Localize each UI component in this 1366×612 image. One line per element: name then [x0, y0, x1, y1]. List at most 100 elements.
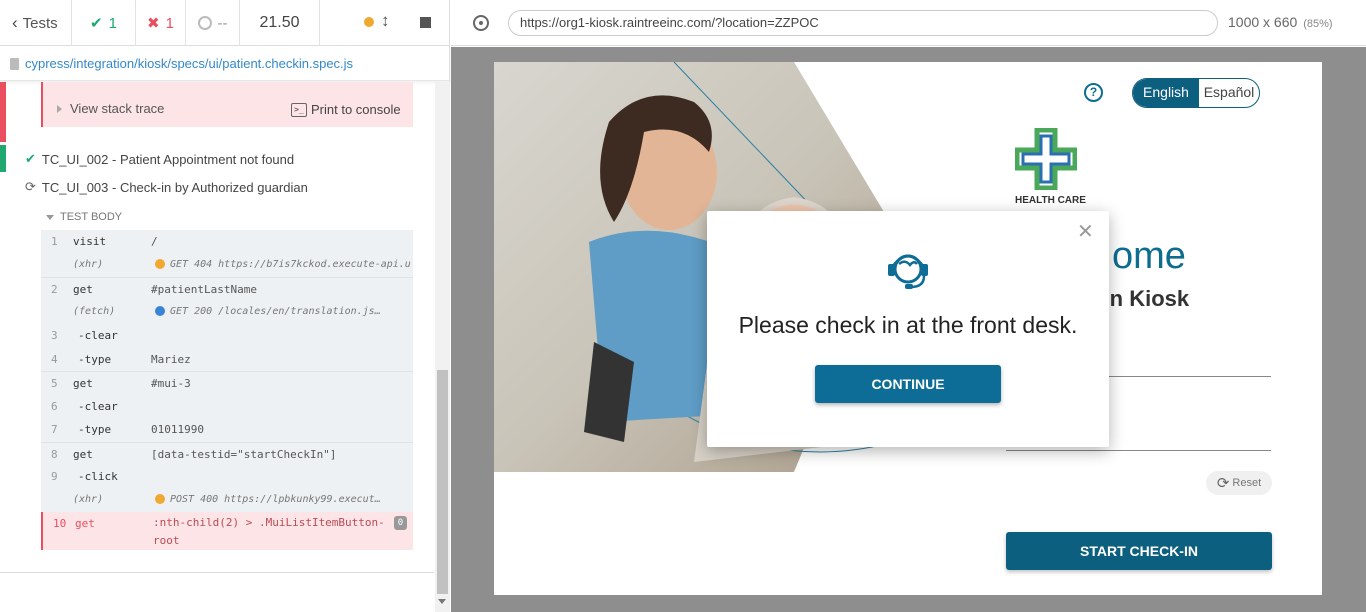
triangle-down-icon [46, 214, 54, 220]
modal-message: Please check in at the front desk. [738, 312, 1078, 338]
start-check-in-button[interactable]: START CHECK-IN [1006, 532, 1272, 570]
health-care-logo-icon [1015, 128, 1077, 190]
triangle-right-icon [57, 104, 62, 113]
pending-stat: -- [186, 0, 240, 46]
viewport-size: 1000 x 660 [1228, 14, 1298, 30]
viewport-info[interactable]: 1000 x 660 (85%) [1228, 14, 1333, 30]
spec-file-link[interactable]: cypress/integration/kiosk/specs/ui/patie… [25, 56, 353, 71]
failed-count: 1 [165, 14, 174, 32]
print-to-console-label: Print to console [311, 102, 401, 117]
command-row[interactable]: 6 -clear [41, 394, 413, 418]
language-toggle: English Español [1132, 78, 1260, 108]
aut-url-bar[interactable]: https://org1-kiosk.raintreeinc.com/?loca… [508, 10, 1218, 36]
check-icon: ✔ [25, 151, 36, 166]
command-number: 7 [51, 423, 58, 436]
logo-text: HEALTH CARE [1015, 195, 1086, 206]
command-log: 1 visit / (xhr) GET 404 https://b7is7kck… [41, 230, 413, 550]
reset-label: Reset [1232, 477, 1262, 489]
tests-back-button[interactable]: ‹ Tests [0, 0, 72, 46]
status-dot-icon [155, 259, 165, 269]
selector-playground-icon[interactable] [473, 15, 489, 31]
command-row[interactable]: (fetch) GET 200 /locales/en/translation.… [41, 300, 413, 324]
status-dot-icon [155, 494, 165, 504]
command-row[interactable]: 9 -click [41, 465, 413, 489]
print-to-console-button[interactable]: >_ Print to console [291, 102, 401, 117]
command-number: 4 [51, 352, 58, 366]
reset-button[interactable]: ⟳ Reset [1206, 471, 1272, 495]
view-stack-trace-toggle[interactable]: View stack trace [57, 101, 164, 116]
command-number: 6 [51, 399, 58, 413]
command-message: Mariez [151, 352, 191, 366]
language-spanish-button[interactable]: Español [1199, 79, 1259, 107]
terminal-icon: >_ [291, 102, 307, 117]
command-message: GET 404 https://b7is7kckod.execute-api.u… [155, 259, 411, 270]
command-number: 5 [51, 377, 58, 390]
cypress-reporter: ‹ Tests ✔ 1 ✖ 1 -- 21.50 ↕ cypress/integ… [0, 0, 450, 612]
command-name: get [75, 517, 95, 530]
command-row[interactable]: 5 get #mui-3 [41, 371, 413, 395]
command-number: 10 [53, 517, 67, 530]
help-icon[interactable]: ? [1084, 83, 1103, 102]
command-row[interactable]: 3 -clear [41, 324, 413, 348]
test-title: TC_UI_003 - Check-in by Authorized guard… [41, 179, 308, 195]
command-number: 1 [51, 235, 58, 248]
dob-field-underline [1006, 450, 1271, 451]
scroll-down-arrow-icon[interactable] [438, 599, 446, 604]
command-name: -clear [78, 329, 118, 342]
stop-icon[interactable] [420, 17, 431, 28]
duration: 21.50 [240, 0, 320, 46]
welcome-heading: ome [1112, 235, 1186, 277]
test-item-tc-ui-003[interactable]: ⟳ TC_UI_003 - Check-in by Authorized gua… [25, 179, 308, 195]
status-dot-icon [155, 306, 165, 316]
command-message: / [151, 235, 158, 248]
refresh-icon: ⟳ [25, 179, 36, 194]
tests-label: Tests [22, 14, 58, 32]
command-row[interactable]: (xhr) POST 400 https://lpbkunky99.execut… [41, 488, 413, 512]
passed-stat: ✔ 1 [72, 0, 136, 46]
command-row[interactable]: 7 -type 01011990 [41, 418, 413, 442]
command-message-text: GET 404 https://b7is7kckod.execute-api.u… [170, 258, 411, 270]
command-name: -clear [78, 399, 118, 413]
file-icon [10, 57, 19, 70]
command-message: 01011990 [151, 423, 204, 436]
auto-scroll-toggle-icon[interactable]: ↕ [381, 11, 390, 31]
command-number: 9 [51, 470, 58, 483]
close-icon[interactable]: ✕ [1077, 222, 1094, 242]
command-row[interactable]: 4 -type Mariez [41, 347, 413, 371]
command-row[interactable]: (xhr) GET 404 https://b7is7kckod.execute… [41, 253, 413, 277]
command-name: visit [73, 235, 107, 248]
continue-button[interactable]: CONTINUE [815, 365, 1001, 403]
command-message: GET 200 /locales/en/translation.js… [155, 306, 411, 317]
pending-circle-icon [197, 16, 212, 30]
running-indicator-icon [364, 17, 374, 27]
aut-header: https://org1-kiosk.raintreeinc.com/?loca… [451, 0, 1366, 46]
command-name: (fetch) [73, 305, 116, 317]
refresh-icon: ⟳ [1216, 475, 1230, 492]
reporter-scrollbar-thumb[interactable] [437, 370, 448, 594]
headset-support-icon [888, 254, 928, 289]
front-desk-modal: ✕ Please check in at the front desk. CON… [707, 211, 1109, 447]
test-title: TC_UI_002 - Patient Appointment not foun… [41, 151, 295, 167]
command-name: -click [78, 470, 118, 483]
passed-test-rail [0, 145, 6, 172]
passed-count: 1 [108, 14, 117, 32]
command-name: -type [78, 423, 112, 436]
command-row[interactable]: 2 get #patientLastName [41, 277, 413, 301]
command-name: -type [78, 352, 112, 366]
command-name: (xhr) [73, 493, 104, 505]
command-row-failed[interactable]: 10 get :nth-child(2) > .MuiListItemButto… [41, 512, 413, 550]
command-name: get [73, 377, 93, 390]
command-row[interactable]: 1 visit / [41, 230, 413, 254]
command-name: get [73, 447, 93, 461]
command-number: 3 [51, 329, 58, 342]
language-english-button[interactable]: English [1133, 79, 1199, 107]
command-message: #patientLastName [151, 283, 257, 296]
command-number: 2 [51, 283, 58, 296]
command-message: POST 400 https://lpbkunky99.execut… [155, 494, 411, 505]
command-message-text: POST 400 https://lpbkunky99.execut… [170, 493, 381, 505]
failed-stat: ✖ 1 [136, 0, 186, 46]
test-item-tc-ui-002[interactable]: ✔ TC_UI_002 - Patient Appointment not fo… [25, 151, 294, 167]
viewport-scale: (85%) [1303, 18, 1333, 30]
command-row[interactable]: 8 get [data-testid="startCheckIn"] [41, 441, 413, 465]
test-body-toggle[interactable]: TEST BODY [46, 211, 122, 223]
